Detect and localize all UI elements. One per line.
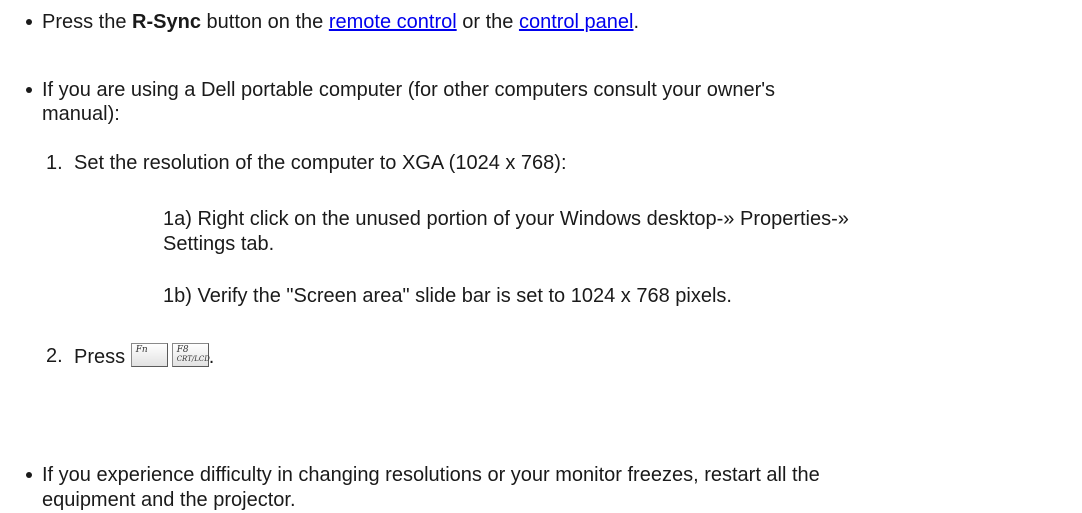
trouble-instruction-line1: If you experience difficulty in changing… — [42, 464, 820, 486]
rsync-suffix: . — [633, 11, 640, 33]
dell-instruction-line2: manual): — [42, 103, 120, 125]
trouble-instruction-line2: equipment and the projector. — [42, 489, 296, 511]
step-2-instruction: Press Fn F8 CRT/LCD. — [74, 343, 214, 370]
f8-crt-lcd-key-icon: F8 CRT/LCD — [171, 343, 210, 367]
step-1b-text: 1b) Verify the "Screen area" slide bar i… — [163, 285, 732, 307]
bullet-marker-rsync — [26, 19, 32, 25]
bullet-marker-trouble — [26, 472, 32, 478]
page: { "bullets": { "rsync": { "prefix": "Pre… — [0, 0, 1082, 512]
rsync-instruction: Press the R-Sync button on the remote co… — [42, 9, 639, 35]
fn-key-label: Fn — [135, 345, 148, 355]
step-2-number: 2. — [46, 345, 63, 367]
step-1-text: Set the resolution of the computer to XG… — [74, 152, 567, 174]
control-panel-link[interactable]: control panel — [519, 11, 634, 33]
step-1-number: 1. — [46, 152, 63, 174]
step-2-text: Press — [74, 346, 126, 368]
bullet-marker-dell — [26, 87, 32, 93]
rsync-middle: button on the — [200, 11, 329, 33]
f8-key-sublabel: CRT/LCD — [176, 355, 210, 363]
rsync-button-name: R-Sync — [132, 11, 201, 33]
fn-key-icon: Fn — [130, 343, 168, 367]
rsync-prefix: Press the — [42, 11, 133, 33]
remote-control-link[interactable]: remote control — [329, 11, 457, 33]
rsync-or: or the — [456, 11, 519, 33]
dell-instruction-line1: If you are using a Dell portable compute… — [42, 79, 776, 101]
step-1a-line1: 1a) Right click on the unused portion of… — [163, 208, 849, 230]
f8-key-label: F8 — [176, 345, 189, 355]
step-1a-line2: Settings tab. — [163, 233, 275, 255]
